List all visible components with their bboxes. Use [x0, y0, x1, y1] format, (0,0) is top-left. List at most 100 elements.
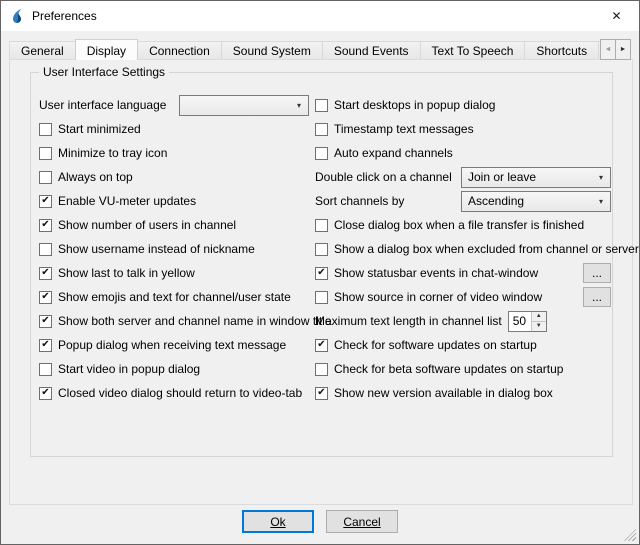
tab-scroll-right-icon[interactable]: ►	[615, 39, 631, 60]
option-minimize-to-tray[interactable]: ✔ Minimize to tray icon	[39, 141, 309, 165]
tab-display[interactable]: Display	[75, 39, 138, 60]
check-icon: ✔	[41, 196, 49, 206]
option-vu-meter-updates[interactable]: ✔ Enable VU-meter updates	[39, 189, 309, 213]
tab-general[interactable]: General	[9, 41, 76, 60]
sort-channels-combo[interactable]: Ascending ▾	[461, 191, 611, 212]
checkbox[interactable]: ✔	[315, 219, 328, 232]
language-row: User interface language ▾	[39, 93, 309, 117]
option-start-minimized[interactable]: ✔ Start minimized	[39, 117, 309, 141]
double-click-combo-value: Join or leave	[468, 170, 592, 184]
checkbox-label: Always on top	[58, 170, 133, 184]
user-interface-settings-group: User Interface Settings User interface l…	[30, 72, 613, 457]
checkbox[interactable]: ✔	[315, 291, 328, 304]
tab-sound-system[interactable]: Sound System	[221, 41, 323, 60]
check-icon: ✔	[41, 268, 49, 278]
checkbox-label: Show statusbar events in chat-window	[334, 266, 538, 280]
checkbox[interactable]: ✔	[39, 387, 52, 400]
tab-sound-events[interactable]: Sound Events	[322, 41, 421, 60]
checkbox[interactable]: ✔	[39, 291, 52, 304]
sort-channels-combo-value: Ascending	[468, 194, 592, 208]
option-show-user-count[interactable]: ✔ Show number of users in channel	[39, 213, 309, 237]
ok-button[interactable]: Ok	[242, 510, 314, 533]
check-icon: ✔	[317, 268, 325, 278]
option-desktops-popup[interactable]: ✔ Start desktops in popup dialog	[315, 93, 611, 117]
video-source-more-button[interactable]: ...	[583, 287, 611, 307]
option-statusbar-events[interactable]: ✔ Show statusbar events in chat-window .…	[315, 261, 611, 285]
checkbox[interactable]: ✔	[39, 123, 52, 136]
option-auto-expand-channels[interactable]: ✔ Auto expand channels	[315, 141, 611, 165]
titlebar[interactable]: Preferences ✕	[1, 1, 639, 31]
checkbox[interactable]: ✔	[39, 339, 52, 352]
chevron-down-icon: ▾	[592, 173, 610, 182]
checkbox-label: Enable VU-meter updates	[58, 194, 196, 208]
check-icon: ✔	[41, 316, 49, 326]
checkbox-label: Show source in corner of video window	[334, 290, 542, 304]
checkbox[interactable]: ✔	[39, 315, 52, 328]
checkbox[interactable]: ✔	[315, 387, 328, 400]
checkbox-label: Closed video dialog should return to vid…	[58, 386, 302, 400]
statusbar-events-more-button[interactable]: ...	[583, 263, 611, 283]
checkbox[interactable]: ✔	[315, 267, 328, 280]
language-combo[interactable]: ▾	[179, 95, 309, 116]
double-click-combo[interactable]: Join or leave ▾	[461, 167, 611, 188]
dialog-buttons: Ok Cancel	[1, 510, 639, 533]
double-click-row: Double click on a channel Join or leave …	[315, 165, 611, 189]
checkbox-label: Minimize to tray icon	[58, 146, 167, 160]
tabbar: General Display Connection Sound System …	[9, 38, 631, 60]
chevron-down-icon: ▾	[592, 197, 610, 206]
option-show-username[interactable]: ✔ Show username instead of nickname	[39, 237, 309, 261]
checkbox-label: Check for beta software updates on start…	[334, 362, 563, 376]
checkbox-label: Auto expand channels	[334, 146, 453, 160]
close-icon[interactable]: ✕	[594, 1, 639, 30]
option-closed-video-return[interactable]: ✔ Closed video dialog should return to v…	[39, 381, 309, 405]
tab-scroll-left-icon[interactable]: ◄	[600, 39, 616, 60]
option-always-on-top[interactable]: ✔ Always on top	[39, 165, 309, 189]
checkbox[interactable]: ✔	[315, 339, 328, 352]
option-popup-text-message[interactable]: ✔ Popup dialog when receiving text messa…	[39, 333, 309, 357]
checkbox-label: Start video in popup dialog	[58, 362, 200, 376]
max-text-length-value[interactable]: 50	[509, 312, 531, 331]
sort-channels-label: Sort channels by	[315, 194, 404, 208]
spinner-down-icon[interactable]: ▼	[532, 322, 546, 331]
checkbox[interactable]: ✔	[315, 243, 328, 256]
checkbox-label: Show emojis and text for channel/user st…	[58, 290, 291, 304]
option-last-to-talk[interactable]: ✔ Show last to talk in yellow	[39, 261, 309, 285]
double-click-label: Double click on a channel	[315, 170, 452, 184]
tab-text-to-speech[interactable]: Text To Speech	[420, 41, 526, 60]
option-check-updates[interactable]: ✔ Check for software updates on startup	[315, 333, 611, 357]
checkbox[interactable]: ✔	[315, 99, 328, 112]
option-video-source-corner[interactable]: ✔ Show source in corner of video window …	[315, 285, 611, 309]
spin-buttons: ▲ ▼	[531, 312, 546, 331]
checkbox[interactable]: ✔	[315, 123, 328, 136]
display-tab-pane: User Interface Settings User interface l…	[9, 59, 633, 505]
checkbox[interactable]: ✔	[315, 363, 328, 376]
option-new-version-dialog[interactable]: ✔ Show new version available in dialog b…	[315, 381, 611, 405]
option-video-popup[interactable]: ✔ Start video in popup dialog	[39, 357, 309, 381]
option-dialog-excluded[interactable]: ✔ Show a dialog box when excluded from c…	[315, 237, 611, 261]
app-icon	[9, 8, 25, 24]
checkbox[interactable]: ✔	[39, 363, 52, 376]
option-check-beta-updates[interactable]: ✔ Check for beta software updates on sta…	[315, 357, 611, 381]
group-title: User Interface Settings	[39, 65, 169, 79]
cancel-button[interactable]: Cancel	[326, 510, 398, 533]
option-timestamp-messages[interactable]: ✔ Timestamp text messages	[315, 117, 611, 141]
checkbox[interactable]: ✔	[39, 171, 52, 184]
window-title: Preferences	[32, 9, 97, 23]
checkbox-label: Popup dialog when receiving text message	[58, 338, 286, 352]
checkbox[interactable]: ✔	[39, 147, 52, 160]
option-server-channel-title[interactable]: ✔ Show both server and channel name in w…	[39, 309, 309, 333]
checkbox-label: Show new version available in dialog box	[334, 386, 553, 400]
checkbox-label: Show last to talk in yellow	[58, 266, 195, 280]
checkbox[interactable]: ✔	[39, 243, 52, 256]
option-close-dialog-transfer[interactable]: ✔ Close dialog box when a file transfer …	[315, 213, 611, 237]
tab-connection[interactable]: Connection	[137, 41, 222, 60]
spinner-up-icon[interactable]: ▲	[532, 312, 546, 322]
checkbox[interactable]: ✔	[315, 147, 328, 160]
checkbox[interactable]: ✔	[39, 219, 52, 232]
option-emojis-text-state[interactable]: ✔ Show emojis and text for channel/user …	[39, 285, 309, 309]
checkbox[interactable]: ✔	[39, 267, 52, 280]
checkbox[interactable]: ✔	[39, 195, 52, 208]
max-text-length-spin[interactable]: 50 ▲ ▼	[508, 311, 547, 332]
tab-shortcuts[interactable]: Shortcuts	[524, 41, 599, 60]
checkbox-label: Start minimized	[58, 122, 141, 136]
